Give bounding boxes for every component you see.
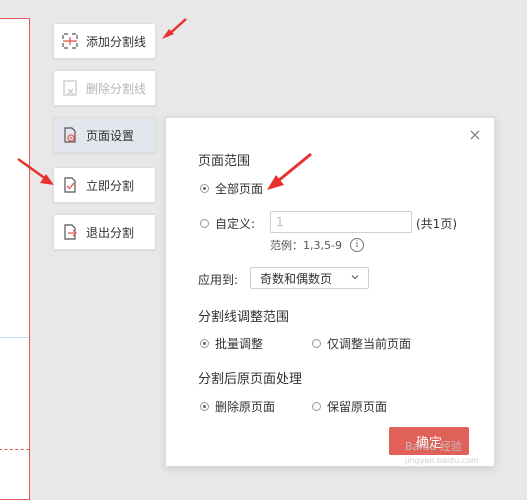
split-now-label: 立即分割 [86,178,135,193]
custom-range-label: 自定义: [215,217,256,231]
exit-split-button[interactable]: 退出分割 [53,214,156,250]
radio-icon [200,219,209,228]
info-icon[interactable]: i [349,238,364,252]
chevron-down-icon [351,275,359,280]
apply-to-label: 应用到: [198,273,239,287]
annotation-arrow-icon [17,157,54,185]
delete-split-line-button[interactable]: 删除分割线 [53,70,156,106]
document-page [0,18,30,500]
split-now-button[interactable]: 立即分割 [53,167,156,203]
add-line-icon [62,33,78,49]
page-setup-label: 页面设置 [86,128,135,143]
custom-range-radio[interactable]: 自定义: [200,215,255,232]
add-split-line-label: 添加分割线 [86,34,147,49]
add-split-line-button[interactable]: 添加分割线 [53,23,156,59]
page-range-title: 页面范围 [198,154,251,169]
apply-to-value: 奇数和偶数页 [260,271,333,286]
total-pages-label: (共1页) [416,217,457,231]
radio-icon-checked [200,184,209,193]
page-setup-button[interactable]: 页面设置 [53,117,156,153]
close-icon[interactable]: × [468,127,482,143]
exit-split-icon [64,224,77,240]
watermark-text: Baidu 经验 [405,440,462,453]
watermark-url: jingyan.baidu.com [405,456,479,465]
radio-icon [312,402,321,411]
keep-original-label: 保留原页面 [327,400,388,414]
delete-original-label: 删除原页面 [215,400,276,414]
split-dashed-line[interactable] [0,449,29,450]
watermark: Baidu 经验 jingyan.baidu.com [405,438,479,465]
example-text: 范例：1,3,5-9 [270,239,342,252]
page-setup-panel: × 页面范围 全部页面 自定义: (共1页) 范例：1,3,5-9 i 应用到:… [165,117,495,467]
delete-original-radio[interactable]: 删除原页面 [200,398,275,415]
radio-icon-checked [200,402,209,411]
only-current-label: 仅调整当前页面 [327,337,412,351]
annotation-arrow-icon [162,18,187,39]
delete-line-icon [63,80,77,96]
page-setup-icon [64,127,76,143]
radio-icon-checked [200,339,209,348]
batch-adjust-radio[interactable]: 批量调整 [200,335,263,352]
exit-split-label: 退出分割 [86,225,135,240]
after-split-title: 分割后原页面处理 [198,372,303,387]
apply-to-select[interactable]: 奇数和偶数页 [250,267,369,289]
all-pages-label: 全部页面 [215,182,264,196]
batch-adjust-label: 批量调整 [215,337,264,351]
split-now-icon [64,177,76,193]
only-current-radio[interactable]: 仅调整当前页面 [312,335,411,352]
radio-icon [312,339,321,348]
adjust-range-title: 分割线调整范围 [198,310,290,325]
example-hint: 范例：1,3,5-9 i [270,237,364,253]
delete-split-line-label: 删除分割线 [86,81,147,96]
annotation-arrow-icon [267,152,312,190]
all-pages-radio[interactable]: 全部页面 [200,180,263,197]
custom-page-input[interactable] [270,211,412,233]
split-guide-line [0,337,29,338]
keep-original-radio[interactable]: 保留原页面 [312,398,387,415]
